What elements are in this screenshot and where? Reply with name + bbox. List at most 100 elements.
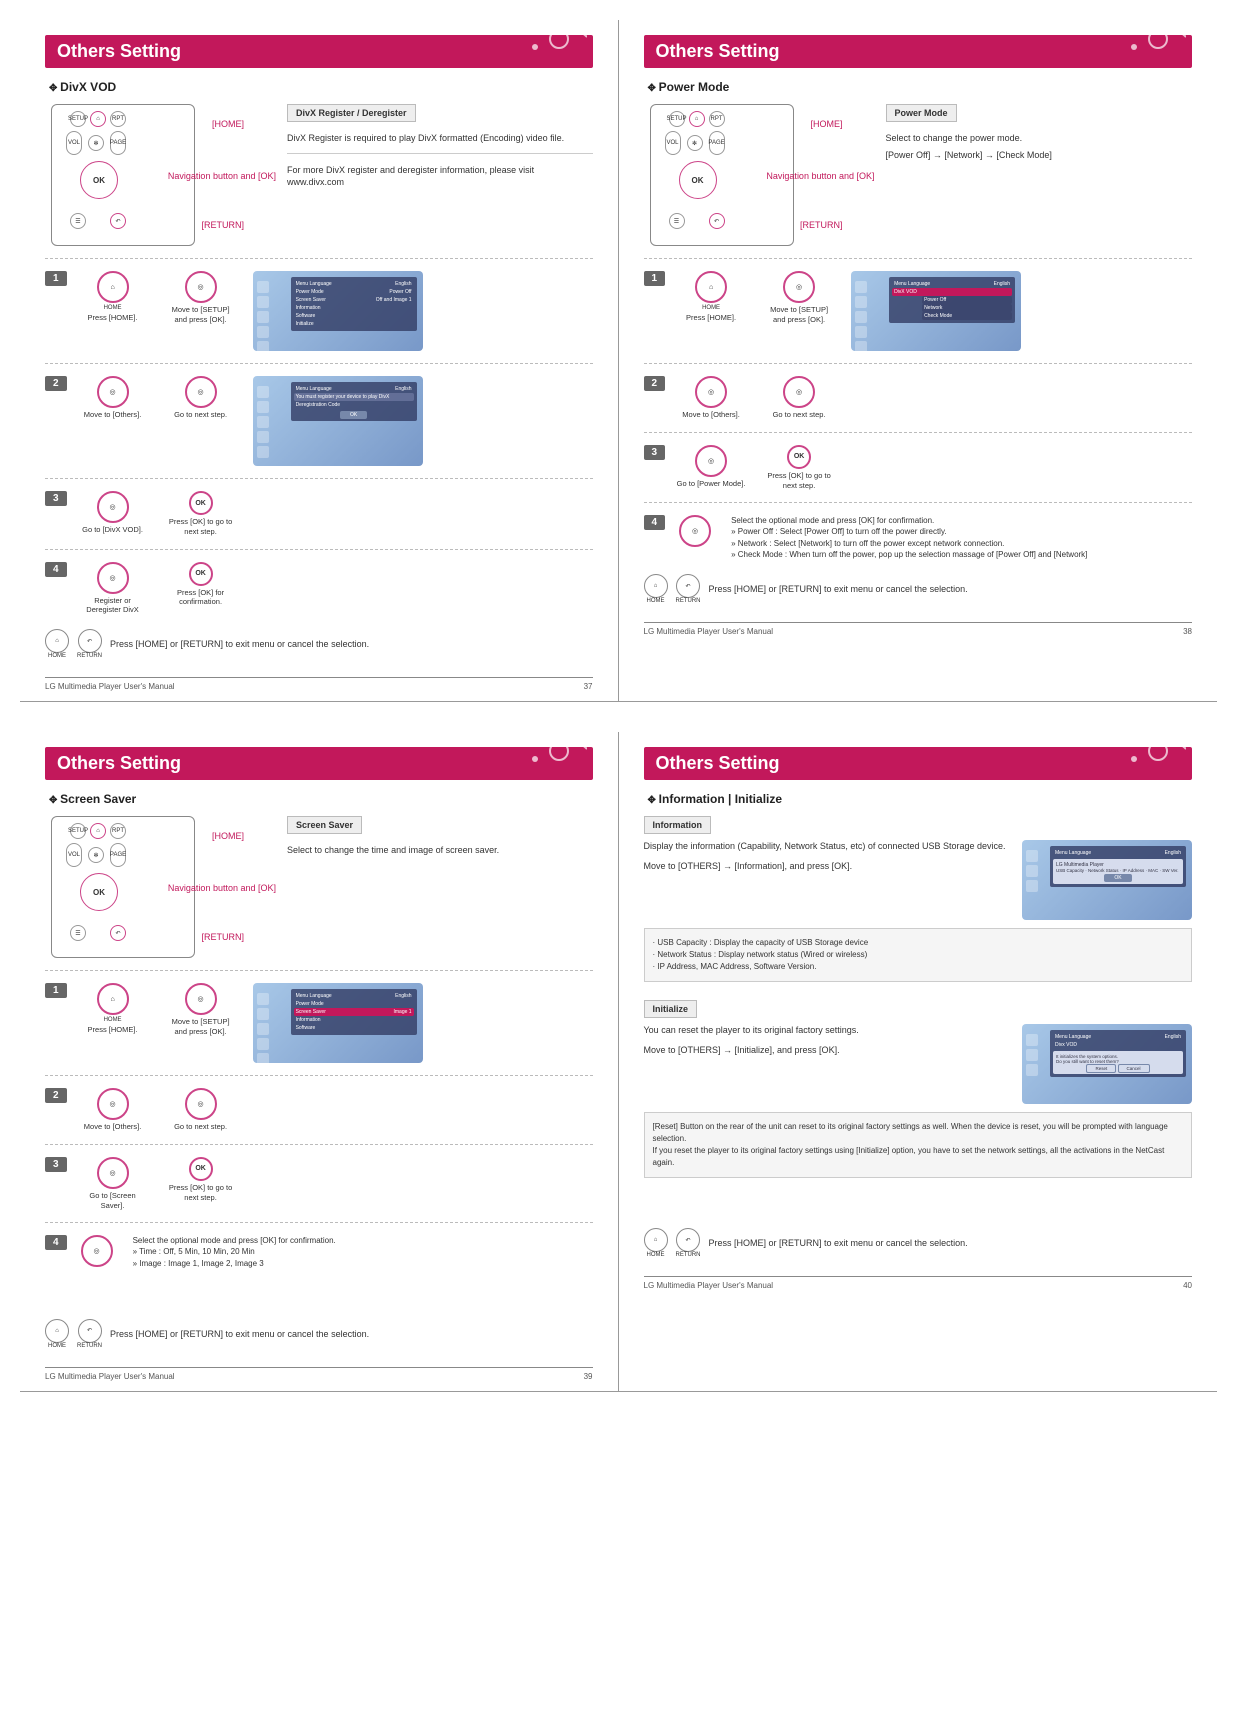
step-1-home: ⌂ HOME Press [HOME]. — [77, 271, 149, 323]
separator — [45, 363, 593, 364]
step-1-setup: ◎ Move to [SETUP] and press [OK]. — [165, 983, 237, 1037]
step-number: 3 — [45, 1157, 67, 1172]
step-4: 4 ◎ Select the optional mode and press [… — [45, 1235, 593, 1269]
bullet-usb: USB Capacity : Display the capacity of U… — [653, 937, 1184, 949]
header-deco-icon — [517, 35, 587, 62]
home-label: HOME — [104, 305, 122, 311]
footer-title: LG Multimedia Player User's Manual — [45, 682, 175, 691]
page-footer: LG Multimedia Player User's Manual 39 — [45, 1367, 593, 1381]
callout-home: [HOME] — [212, 119, 244, 129]
return-exit-icon: ↶RETURN — [77, 1319, 102, 1349]
page-rocker-icon: PAGE — [709, 131, 725, 155]
vol-rocker-icon: VOL — [665, 131, 681, 155]
remote-diagram: SETUP ⌂ RPT VOL ✻ PAGE OK ☰ ↶ [HOME] Nav… — [45, 104, 195, 246]
step-2-others: ◎ Move to [Others]. — [77, 1088, 149, 1132]
callout-nav: Navigation button and [OK] — [168, 883, 276, 893]
nav-icon: ◎ — [97, 491, 129, 523]
step-caption: Press [OK] for confirmation. — [165, 588, 237, 608]
nav-icon: ◎ — [783, 271, 815, 303]
footer-title: LG Multimedia Player User's Manual — [45, 1372, 175, 1381]
section-title: Others Setting — [57, 753, 181, 773]
footer-title: LG Multimedia Player User's Manual — [644, 627, 774, 636]
info-note-text: For more DivX register and deregister in… — [287, 164, 593, 189]
subheading-power: Power Mode — [648, 80, 1193, 94]
ok-icon: OK — [189, 491, 213, 515]
callout-return: [RETURN] — [202, 220, 245, 230]
step-2-next: ◎ Go to next step. — [165, 376, 237, 420]
info-note: For more DivX register and deregister in… — [287, 153, 593, 189]
step-number: 3 — [45, 491, 67, 506]
page-footer: LG Multimedia Player User's Manual 37 — [45, 677, 593, 691]
step-caption: Move to [Others]. — [84, 410, 142, 420]
nav-icon: ◎ — [81, 1235, 113, 1267]
step-4: 4 ◎ Register or Deregister DivX OK Press… — [45, 562, 593, 616]
home-icon: ⌂ — [97, 271, 129, 303]
step-1: 1 ⌂ HOME Press [HOME]. ◎ Move to [SETUP]… — [45, 271, 593, 351]
step-3-ok: OK Press [OK] to go to next step. — [763, 445, 835, 491]
remote-diagram: SETUP ⌂ RPT VOL ✻ PAGE OK ☰ ↶ [HOME] Nav… — [45, 816, 195, 958]
info-label-power: Power Mode — [886, 104, 957, 122]
page-number: 40 — [1183, 1281, 1192, 1290]
return-label: RETURN — [77, 1343, 102, 1349]
step-2: 2 ◎ Move to [Others]. ◎ Go to next step. — [644, 376, 1193, 420]
section-title: Others Setting — [656, 753, 780, 773]
footer-title: LG Multimedia Player User's Manual — [644, 1281, 774, 1290]
nav-icon: ◎ — [97, 1088, 129, 1120]
separator — [45, 1144, 593, 1145]
screenshot-setup-menu: Menu LanguageEnglish Power ModePower Off… — [253, 271, 423, 351]
screenshot-screensaver: Menu LanguageEnglish Power Mode Screen S… — [253, 983, 423, 1063]
repeat-button-icon: RPT — [709, 111, 725, 127]
step-1-setup: ◎ Move to [SETUP] and press [OK]. — [763, 271, 835, 325]
bullet-network: Network Status : Display network status … — [653, 949, 1184, 961]
intro-row: SETUP ⌂ RPT VOL ✻ PAGE OK ☰ ↶ [HOME] Nav… — [45, 104, 593, 246]
step-2: 2 ◎ Move to [Others]. ◎ Go to next step. — [45, 1088, 593, 1132]
return-label: RETURN — [676, 1252, 701, 1258]
callout-return: [RETURN] — [202, 932, 245, 942]
step-caption: Move to [Others]. — [84, 1122, 142, 1132]
return-button-icon: ↶ — [110, 925, 126, 941]
step-1-home: ⌂ HOME Press [HOME]. — [675, 271, 747, 323]
step-caption: Register or Deregister DivX — [77, 596, 149, 616]
info-column: Screen Saver Select to change the time a… — [287, 816, 593, 861]
ok-button-icon: OK — [80, 873, 118, 911]
callout-nav: Navigation button and [OK] — [168, 171, 276, 181]
info-text: Select to change the power mode. — [886, 132, 1193, 145]
step-caption: Press [HOME]. — [88, 1025, 138, 1035]
setup-button-icon: SETUP — [70, 823, 86, 839]
separator — [644, 363, 1193, 364]
step-4-ok: OK Press [OK] for confirmation. — [165, 562, 237, 608]
separator — [644, 432, 1193, 433]
setup-button-icon: SETUP — [669, 111, 685, 127]
step-3: 3 ◎ Go to [DivX VOD]. OK Press [OK] to g… — [45, 491, 593, 537]
step-number: 2 — [644, 376, 666, 391]
callout-return: [RETURN] — [800, 220, 843, 230]
exit-row: ⌂HOME ↶RETURN Press [HOME] or [RETURN] t… — [45, 1319, 593, 1349]
remote-diagram: SETUP ⌂ RPT VOL ✻ PAGE OK ☰ ↶ [HOME] Nav… — [644, 104, 794, 246]
step-caption: Move to [SETUP] and press [OK]. — [165, 305, 237, 325]
screenshot-initialize: Menu LanguageEnglish Divx VOD It initial… — [1022, 1024, 1192, 1104]
info-column: DivX Register / Deregister DivX Register… — [287, 104, 593, 193]
page-footer: LG Multimedia Player User's Manual 38 — [644, 622, 1193, 636]
exit-text: Press [HOME] or [RETURN] to exit menu or… — [110, 1329, 369, 1339]
step-4-text: Select the optional mode and press [OK] … — [133, 1235, 593, 1269]
info-text: Select to change the time and image of s… — [287, 844, 593, 857]
step-caption: Press [OK] to go to next step. — [165, 1183, 237, 1203]
separator — [644, 502, 1193, 503]
information-block: Information Display the information (Cap… — [644, 816, 1193, 982]
header-deco-icon — [1116, 747, 1186, 774]
vol-rocker-icon: VOL — [66, 843, 82, 867]
remote-box: SETUP ⌂ RPT VOL ✻ PAGE OK ☰ ↶ [HOME] Nav… — [650, 104, 794, 246]
step-caption: Go to [Screen Saver]. — [77, 1191, 149, 1211]
return-exit-icon: ↶RETURN — [77, 629, 102, 659]
initialize-block: Initialize You can reset the player to i… — [644, 1000, 1193, 1178]
page-37: Others Setting DivX VOD SETUP ⌂ RPT VOL … — [20, 20, 619, 701]
return-label: RETURN — [676, 598, 701, 604]
page-39: Others Setting Screen Saver SETUP ⌂ RPT … — [20, 732, 619, 1391]
nav-icon: ◎ — [185, 1088, 217, 1120]
info-label-screensaver: Screen Saver — [287, 816, 362, 834]
step-caption: Go to next step. — [773, 410, 826, 420]
bullet-misc: IP Address, MAC Address, Software Versio… — [653, 961, 1184, 973]
step-caption: Go to next step. — [174, 410, 227, 420]
page-footer: LG Multimedia Player User's Manual 40 — [644, 1276, 1193, 1290]
subheading-info-init: Information | Initialize — [648, 792, 1193, 806]
